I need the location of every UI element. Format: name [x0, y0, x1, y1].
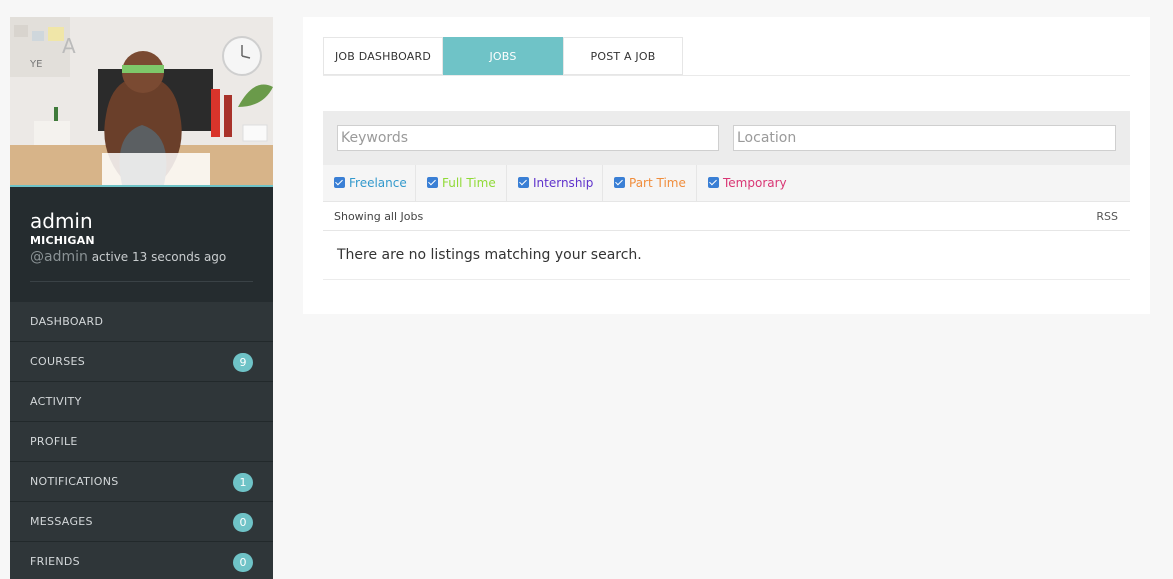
job-search-bar: [323, 111, 1130, 165]
filter-label: Internship: [533, 176, 594, 190]
filter-part-time[interactable]: Part Time: [603, 165, 697, 201]
svg-text:YE: YE: [29, 59, 42, 70]
tab-jobs[interactable]: JOBS: [443, 37, 563, 75]
svg-text:A: A: [62, 34, 76, 58]
profile-name[interactable]: admin: [30, 209, 253, 233]
notifications-count-badge: 1: [233, 473, 253, 492]
courses-count-badge: 9: [233, 353, 253, 372]
sidebar-item-notifications[interactable]: NOTIFICATIONS 1: [10, 462, 273, 502]
filter-freelance[interactable]: Freelance: [323, 165, 416, 201]
filter-label: Freelance: [349, 176, 407, 190]
checkbox-checked-icon[interactable]: [614, 177, 625, 188]
sidebar-item-label: DASHBOARD: [30, 315, 104, 328]
checkbox-checked-icon[interactable]: [334, 177, 345, 188]
sidebar-item-courses[interactable]: COURSES 9: [10, 342, 273, 382]
sidebar: A YE admin MICHIGAN @admin active 13 sec…: [10, 17, 273, 579]
jobs-tabs: JOB DASHBOARD JOBS POST A JOB: [323, 37, 1130, 76]
sidebar-item-label: COURSES: [30, 355, 86, 368]
filter-label: Part Time: [629, 176, 686, 190]
tab-job-dashboard[interactable]: JOB DASHBOARD: [323, 37, 443, 75]
sidebar-item-dashboard[interactable]: DASHBOARD: [10, 302, 273, 342]
filter-temporary[interactable]: Temporary: [697, 165, 807, 201]
sidebar-item-label: PROFILE: [30, 435, 78, 448]
profile-cover-image: A YE: [10, 17, 273, 187]
profile-handle: @admin: [30, 249, 88, 265]
job-type-filters: Freelance Full Time Internship Part Time…: [323, 165, 1130, 202]
checkbox-checked-icon[interactable]: [518, 177, 529, 188]
friends-count-badge: 0: [233, 553, 253, 572]
sidebar-menu: DASHBOARD COURSES 9 ACTIVITY PROFILE NOTI…: [10, 302, 273, 579]
showing-text: Showing all Jobs: [334, 210, 424, 223]
profile-activity: @admin active 13 seconds ago: [30, 249, 253, 265]
sidebar-item-messages[interactable]: MESSAGES 0: [10, 502, 273, 542]
filter-full-time[interactable]: Full Time: [416, 165, 507, 201]
checkbox-checked-icon[interactable]: [427, 177, 438, 188]
keywords-input[interactable]: [337, 125, 719, 151]
sidebar-item-label: NOTIFICATIONS: [30, 475, 119, 488]
sidebar-item-label: FRIENDS: [30, 555, 80, 568]
filter-label: Temporary: [723, 176, 787, 190]
profile-location: MICHIGAN: [30, 234, 95, 247]
jobs-panel: JOB DASHBOARD JOBS POST A JOB Freelance …: [303, 17, 1150, 314]
messages-count-badge: 0: [233, 513, 253, 532]
checkbox-checked-icon[interactable]: [708, 177, 719, 188]
sidebar-item-label: ACTIVITY: [30, 395, 82, 408]
tab-post-a-job[interactable]: POST A JOB: [563, 37, 683, 75]
sidebar-item-friends[interactable]: FRIENDS 0: [10, 542, 273, 579]
sidebar-item-label: MESSAGES: [30, 515, 93, 528]
location-input[interactable]: [733, 125, 1116, 151]
rss-link[interactable]: RSS: [1096, 202, 1118, 231]
sidebar-item-activity[interactable]: ACTIVITY: [10, 382, 273, 422]
filter-label: Full Time: [442, 176, 496, 190]
listing-status-bar: Showing all Jobs RSS: [323, 202, 1130, 231]
profile-divider: [30, 281, 253, 282]
profile-last-active: active 13 seconds ago: [91, 250, 227, 264]
sidebar-item-profile[interactable]: PROFILE: [10, 422, 273, 462]
no-listings-message: There are no listings matching your sear…: [323, 231, 1130, 280]
profile-summary: admin MICHIGAN @admin active 13 seconds …: [10, 187, 273, 302]
filter-internship[interactable]: Internship: [507, 165, 603, 201]
